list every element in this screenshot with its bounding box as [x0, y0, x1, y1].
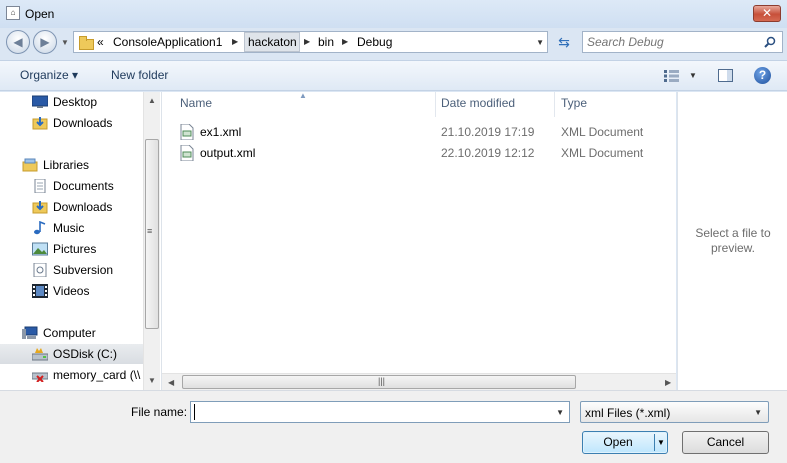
forward-arrow-icon: ▶	[40, 35, 50, 49]
subversion-icon	[33, 263, 47, 277]
search-icon[interactable]	[764, 36, 776, 48]
downloads-icon	[32, 201, 48, 214]
recent-locations-dropdown[interactable]: ▼	[61, 38, 69, 47]
window-title: Open	[25, 7, 55, 21]
breadcrumb-chevron-icon[interactable]: ▶	[232, 37, 238, 46]
file-type-dropdown-icon: ▼	[754, 408, 762, 417]
nav-item-downloads-library[interactable]: Downloads	[0, 197, 143, 217]
nav-item-videos[interactable]: Videos	[0, 281, 143, 301]
nav-item-music[interactable]: Music	[0, 218, 143, 238]
videos-icon	[32, 284, 48, 298]
new-folder-button[interactable]: New folder	[111, 68, 168, 82]
navigation-pane: Desktop Downloads Libraries Documents Do…	[0, 92, 161, 390]
file-row-ex1-xml[interactable]: ex1.xml 21.10.2019 17:19 XML Document	[176, 122, 671, 142]
scroll-up-icon[interactable]: ▲	[148, 96, 156, 105]
dialog-footer: File name: ▼ xml Files (*.xml) ▼ Open ▼ …	[0, 390, 787, 463]
file-list-scrollbar[interactable]: ◀ ||| ▶	[162, 373, 676, 390]
pictures-icon	[32, 242, 48, 256]
address-bar[interactable]: « ConsoleApplication1 ▶ hackaton ▶ bin ▶…	[73, 31, 548, 53]
nav-item-computer[interactable]: Computer	[0, 323, 143, 343]
sort-ascending-icon: ▲	[299, 92, 307, 100]
file-type-select[interactable]: xml Files (*.xml) ▼	[580, 401, 769, 423]
file-list: ▲ Name Date modified Type ex1.xml 21.10.…	[161, 92, 676, 390]
open-options-dropdown-icon[interactable]: ▼	[657, 432, 665, 453]
column-header-type[interactable]: Type	[561, 96, 587, 110]
nav-item-libraries[interactable]: Libraries	[0, 155, 143, 175]
navigation-scrollbar[interactable]: ▲ ≡ ▼	[143, 92, 160, 390]
breadcrumb-consoleapplication1[interactable]: ConsoleApplication1	[113, 35, 222, 49]
file-name-input[interactable]	[194, 404, 539, 420]
breadcrumb-hackaton[interactable]: hackaton	[248, 35, 297, 49]
search-input[interactable]	[587, 35, 757, 49]
preview-pane-icon[interactable]	[718, 69, 733, 82]
forward-button[interactable]: ▶	[33, 30, 57, 54]
nav-item-subversion[interactable]: Subversion	[0, 260, 143, 280]
file-row-output-xml[interactable]: output.xml 22.10.2019 12:12 XML Document	[176, 143, 671, 163]
nav-item-desktop[interactable]: Desktop	[0, 92, 143, 112]
scroll-right-icon[interactable]: ▶	[665, 378, 671, 387]
address-dropdown-icon[interactable]: ▼	[536, 38, 544, 47]
computer-icon	[22, 326, 38, 339]
cancel-button[interactable]: Cancel	[682, 431, 769, 454]
preview-message: Select a file to preview.	[695, 226, 771, 255]
column-divider[interactable]	[554, 92, 555, 117]
downloads-icon	[32, 117, 48, 130]
documents-icon	[34, 179, 46, 193]
scroll-grip-icon: |||	[378, 376, 386, 386]
column-divider[interactable]	[435, 92, 436, 117]
xml-file-icon	[180, 124, 194, 140]
breadcrumb-overflow[interactable]: «	[97, 35, 104, 49]
nav-item-documents[interactable]: Documents	[0, 176, 143, 196]
back-arrow-icon: ◀	[13, 35, 23, 49]
breadcrumb-chevron-icon[interactable]: ▶	[342, 37, 348, 46]
app-icon: ⌂	[6, 6, 20, 20]
organize-menu[interactable]: Organize ▾	[20, 68, 78, 82]
column-header-date-modified[interactable]: Date modified	[441, 96, 515, 110]
file-name-dropdown-icon[interactable]: ▼	[556, 408, 564, 417]
nav-item-downloads[interactable]: Downloads	[0, 113, 143, 133]
folder-icon	[78, 35, 94, 50]
nav-item-osdisk-c[interactable]: OSDisk (C:)	[0, 344, 143, 364]
breadcrumb-debug[interactable]: Debug	[357, 35, 392, 49]
column-header-name[interactable]: Name	[180, 96, 212, 110]
breadcrumb-bin[interactable]: bin	[318, 35, 334, 49]
nav-item-pictures[interactable]: Pictures	[0, 239, 143, 259]
command-bar: Organize ▾ New folder ▼ ?	[0, 60, 787, 91]
scroll-grip-icon: ≡	[147, 226, 153, 236]
back-button[interactable]: ◀	[6, 30, 30, 54]
preview-pane: Select a file to preview.	[677, 92, 787, 390]
network-drive-icon	[32, 372, 48, 382]
open-button[interactable]: Open ▼	[582, 431, 668, 454]
open-split-divider	[654, 434, 655, 451]
address-row: ◀ ▶ ▼ « ConsoleApplication1 ▶ hackaton ▶…	[0, 28, 787, 56]
close-button[interactable]: ✕	[753, 5, 781, 22]
file-name-label: File name:	[131, 405, 188, 419]
search-box[interactable]	[582, 31, 783, 53]
title-bar: ⌂ Open ✕	[0, 0, 787, 28]
scroll-down-icon[interactable]: ▼	[148, 376, 156, 385]
scroll-left-icon[interactable]: ◀	[168, 378, 174, 387]
file-name-combo[interactable]: ▼	[190, 401, 570, 423]
refresh-icon: ⇆	[558, 34, 570, 50]
libraries-icon	[22, 158, 38, 172]
nav-item-memory-card[interactable]: memory_card (\\	[0, 365, 143, 385]
breadcrumb-chevron-icon[interactable]: ▶	[304, 37, 310, 46]
disk-icon	[32, 348, 48, 361]
help-icon[interactable]: ?	[754, 67, 771, 84]
refresh-button[interactable]: ⇆	[551, 31, 577, 53]
music-icon	[34, 221, 46, 235]
view-options-dropdown[interactable]: ▼	[689, 71, 697, 80]
change-view-icon[interactable]	[664, 70, 680, 82]
desktop-icon	[32, 95, 48, 108]
xml-file-icon	[180, 145, 194, 161]
